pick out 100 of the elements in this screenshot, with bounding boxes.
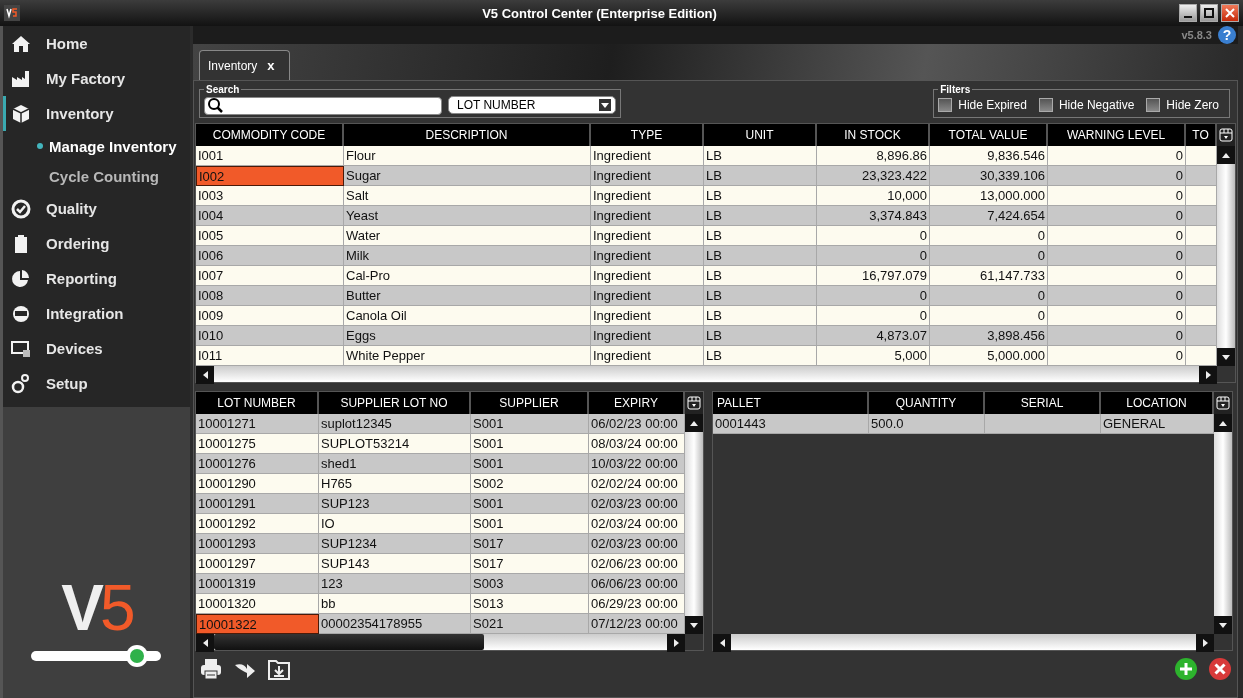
horizontal-scrollbar[interactable] [713, 634, 1214, 650]
table-cell[interactable] [1186, 186, 1217, 206]
table-cell[interactable]: I006 [196, 246, 344, 266]
column-header[interactable]: PALLET [713, 392, 869, 414]
table-cell[interactable]: 06/02/23 00:00 [589, 414, 685, 434]
table-cell[interactable]: LB [704, 246, 817, 266]
table-cell[interactable]: Cal-Pro [344, 266, 591, 286]
scroll-up-button[interactable] [685, 414, 703, 432]
table-cell[interactable]: 3,374.843 [817, 206, 930, 226]
table-cell[interactable]: 5,000 [817, 346, 930, 366]
table-cell[interactable]: 0 [930, 246, 1048, 266]
table-cell[interactable]: S001 [471, 494, 589, 514]
scroll-up-button[interactable] [1214, 414, 1232, 432]
table-cell[interactable] [1186, 146, 1217, 166]
table-cell[interactable]: 10001297 [196, 554, 319, 574]
table-cell[interactable]: 0 [1048, 206, 1186, 226]
table-cell[interactable]: 0 [1048, 146, 1186, 166]
close-button[interactable] [1221, 4, 1239, 22]
search-field[interactable] [204, 96, 442, 115]
table-cell[interactable]: I011 [196, 346, 344, 366]
table-cell[interactable] [1186, 326, 1217, 346]
table-cell[interactable]: S017 [471, 534, 589, 554]
table-cell[interactable]: 0001443 [713, 414, 869, 434]
table-cell[interactable]: 10001320 [196, 594, 319, 614]
table-cell[interactable]: I009 [196, 306, 344, 326]
table-cell[interactable]: 0 [1048, 246, 1186, 266]
table-cell[interactable]: Ingredient [591, 226, 704, 246]
checkbox[interactable] [1038, 98, 1053, 112]
search-column-dropdown[interactable]: LOT NUMBER [448, 96, 616, 114]
table-cell[interactable]: 02/03/23 00:00 [589, 534, 685, 554]
table-cell[interactable]: 0 [930, 226, 1048, 246]
table-cell[interactable]: Canola Oil [344, 306, 591, 326]
column-header[interactable]: UNIT [704, 124, 817, 146]
table-cell[interactable]: 8,896.86 [817, 146, 930, 166]
table-cell[interactable]: Ingredient [591, 166, 704, 186]
help-button[interactable]: ? [1218, 26, 1236, 44]
column-chooser-icon[interactable] [1216, 396, 1230, 410]
table-cell[interactable]: Sugar [344, 166, 591, 186]
delete-button[interactable] [1208, 657, 1232, 681]
table-cell[interactable]: S013 [471, 594, 589, 614]
table-cell[interactable]: I005 [196, 226, 344, 246]
column-header[interactable]: SUPPLIER [471, 392, 589, 414]
table-cell[interactable]: Eggs [344, 326, 591, 346]
table-cell[interactable]: 00002354178955 [319, 614, 471, 634]
table-cell[interactable]: 30,339.106 [930, 166, 1048, 186]
table-cell[interactable]: 06/29/23 00:00 [589, 594, 685, 614]
table-cell[interactable]: 02/03/23 00:00 [589, 494, 685, 514]
column-chooser-icon[interactable] [687, 396, 701, 410]
table-cell[interactable]: Salt [344, 186, 591, 206]
table-cell[interactable]: 0 [930, 306, 1048, 326]
table-cell[interactable]: 4,873.07 [817, 326, 930, 346]
table-cell[interactable]: Ingredient [591, 346, 704, 366]
column-header[interactable]: TYPE [591, 124, 704, 146]
table-cell[interactable]: 0 [817, 286, 930, 306]
table-cell[interactable]: LB [704, 146, 817, 166]
table-cell[interactable]: White Pepper [344, 346, 591, 366]
table-cell[interactable]: 0 [1048, 226, 1186, 246]
scroll-down-button[interactable] [1217, 348, 1235, 366]
scroll-down-button[interactable] [685, 616, 703, 634]
checkbox[interactable] [938, 98, 953, 112]
table-cell[interactable]: 0 [930, 286, 1048, 306]
table-cell[interactable]: 10001322 [196, 614, 319, 634]
table-cell[interactable]: 0 [1048, 346, 1186, 366]
table-cell[interactable]: 0 [1048, 186, 1186, 206]
table-cell[interactable]: Ingredient [591, 186, 704, 206]
table-cell[interactable]: I007 [196, 266, 344, 286]
column-header[interactable]: COMMODITY CODE [196, 124, 344, 146]
download-button[interactable] [267, 657, 291, 681]
sidebar-item[interactable]: Integration [3, 296, 190, 331]
table-cell[interactable]: IO [319, 514, 471, 534]
column-header[interactable]: SERIAL [985, 392, 1101, 414]
table-cell[interactable]: Milk [344, 246, 591, 266]
table-cell[interactable]: Ingredient [591, 326, 704, 346]
table-cell[interactable]: SUPLOT53214 [319, 434, 471, 454]
table-cell[interactable]: suplot12345 [319, 414, 471, 434]
vertical-scrollbar[interactable] [1217, 146, 1235, 366]
table-cell[interactable]: Yeast [344, 206, 591, 226]
table-cell[interactable] [1186, 166, 1217, 186]
table-cell[interactable]: I004 [196, 206, 344, 226]
sidebar-item[interactable]: Home [3, 26, 190, 61]
table-cell[interactable]: Water [344, 226, 591, 246]
table-cell[interactable]: Ingredient [591, 266, 704, 286]
table-cell[interactable]: 7,424.654 [930, 206, 1048, 226]
sidebar-item[interactable]: Setup [3, 366, 190, 401]
table-cell[interactable]: 07/12/23 00:00 [589, 614, 685, 634]
table-cell[interactable]: 10001291 [196, 494, 319, 514]
table-cell[interactable]: I002 [196, 166, 344, 186]
table-cell[interactable]: S021 [471, 614, 589, 634]
table-cell[interactable]: S001 [471, 434, 589, 454]
table-cell[interactable]: I001 [196, 146, 344, 166]
scroll-left-button[interactable] [713, 634, 731, 652]
table-cell[interactable] [985, 414, 1101, 434]
table-cell[interactable]: 9,836.546 [930, 146, 1048, 166]
table-cell[interactable]: 10001271 [196, 414, 319, 434]
table-cell[interactable] [1186, 346, 1217, 366]
sidebar-item[interactable]: Quality [3, 191, 190, 226]
horizontal-scrollbar[interactable] [196, 634, 685, 650]
table-cell[interactable]: Ingredient [591, 146, 704, 166]
table-cell[interactable]: I010 [196, 326, 344, 346]
tab[interactable]: Inventory x [199, 50, 290, 80]
